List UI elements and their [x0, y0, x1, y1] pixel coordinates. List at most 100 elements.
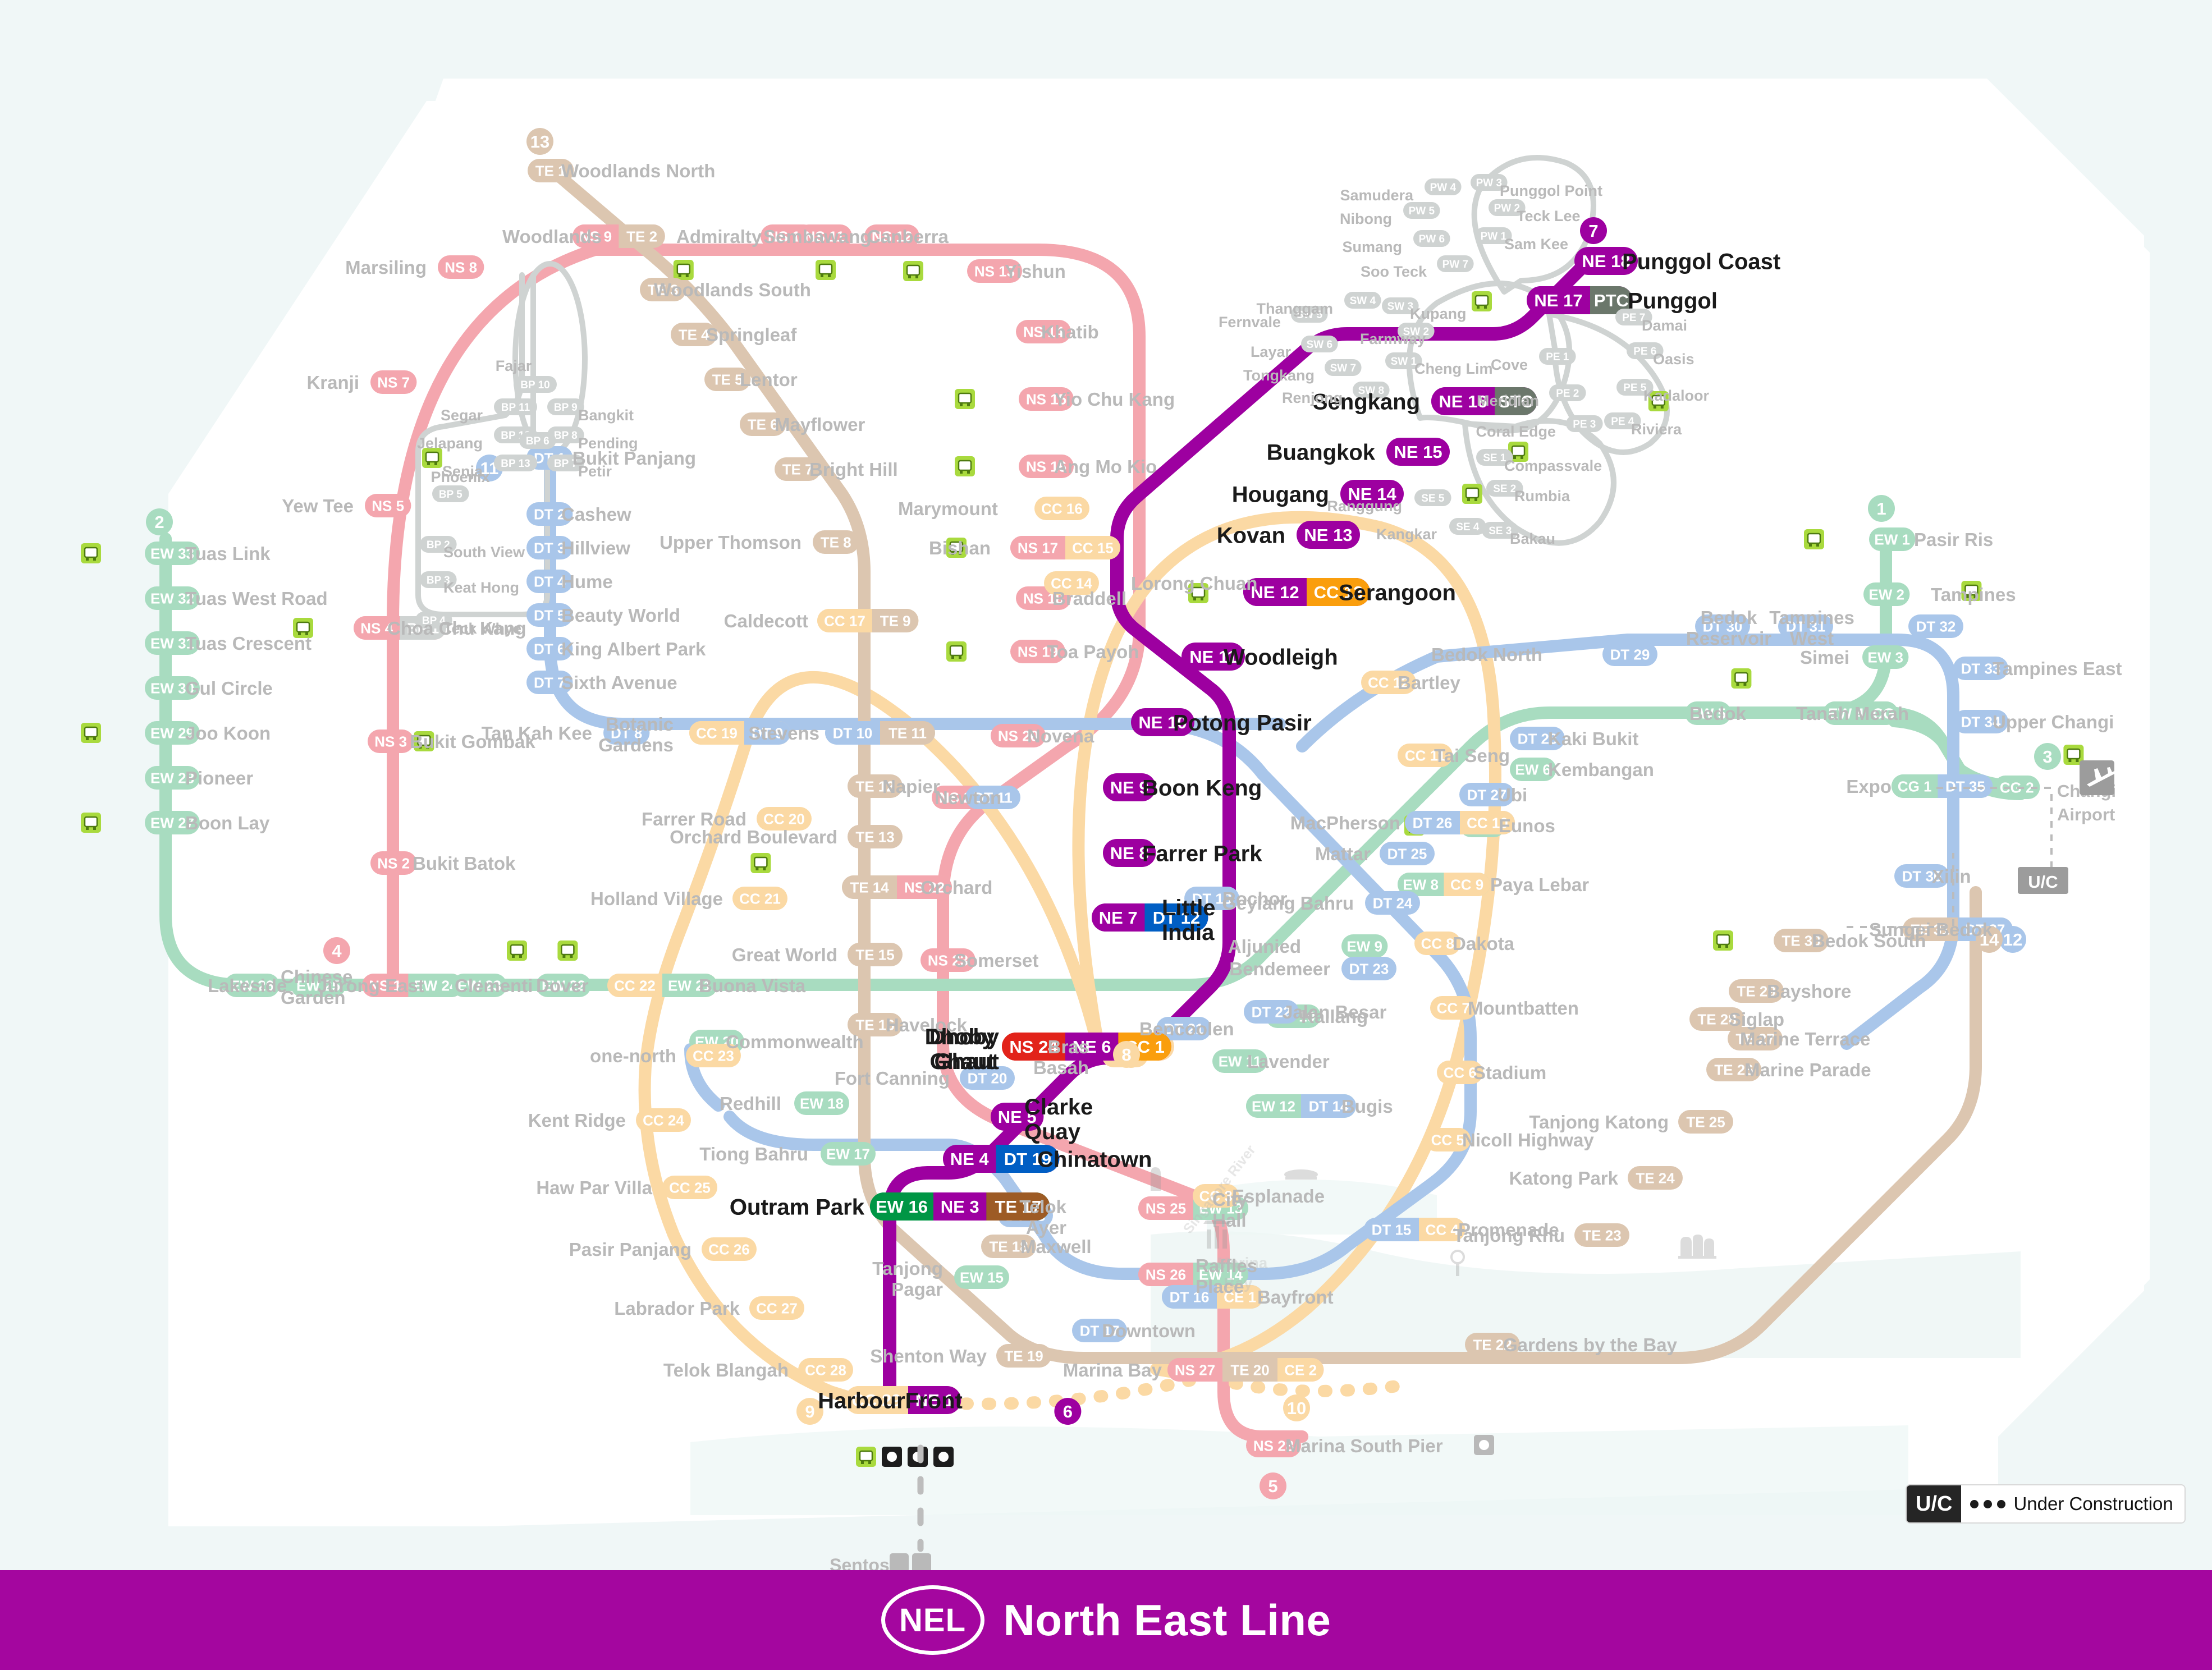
station-name-label: Orchard [920, 877, 992, 898]
bus-interchange-icon [557, 940, 578, 961]
terminus-number-badge: 13 [526, 128, 553, 155]
station-code-text: SE 1 [1483, 452, 1506, 464]
station-name-label: Pagar [891, 1279, 943, 1300]
station-name-label: Sixth Avenue [561, 672, 677, 693]
station-name-label: Marine Terrace [1740, 1029, 1870, 1049]
station-name-label: Yio Chu Kang [1054, 389, 1175, 410]
station-name-label: Farmway [1360, 331, 1426, 347]
station-name-label: Nibong [1340, 210, 1392, 227]
station-code-text: DT 10 [833, 724, 873, 741]
station-name-label: Lakeside [208, 975, 287, 996]
bus-interchange-icon [955, 456, 975, 476]
station-name-label: Bishan [929, 538, 991, 558]
station-name-label: Chinatown [1037, 1147, 1152, 1172]
legend-dots-icon [1970, 1499, 2006, 1508]
station-name-label: Renjong [1282, 389, 1343, 406]
station-code-pill: TE 24 [1628, 1166, 1683, 1190]
station-code-pill: NS 7 [370, 370, 417, 394]
station-name-label: Layar [1251, 343, 1292, 360]
station-name-label: India [1162, 920, 1215, 945]
station-name-label: Toa Payoh [1047, 641, 1139, 662]
station-name-label: Bedok South [1812, 930, 1926, 951]
station-name-label: Katong Park [1509, 1168, 1619, 1189]
station-code-pill: PW 7 [1437, 255, 1474, 272]
station-name-label: Kaki Bukit [1548, 728, 1638, 749]
station-code-pill: DT 10 TE 11 [825, 721, 935, 745]
station-name-label: Tampines [1931, 584, 2016, 605]
bus-interchange-icon [750, 853, 771, 873]
station-name-label: Tongkang [1243, 367, 1315, 384]
station-name-label: Haw Par Villa [536, 1177, 652, 1198]
terminus-number-text: 9 [805, 1402, 814, 1421]
station-code-text: TE 11 [889, 724, 927, 741]
station-code-text: EW 6 [1515, 761, 1551, 778]
station-name-label: Garden [281, 987, 346, 1008]
station-code-text: PW 4 [1430, 182, 1457, 194]
station-code-text: TE 25 [1686, 1113, 1725, 1130]
station-code-text: PW 5 [1409, 205, 1435, 217]
station-code-text: PW 1 [1481, 231, 1507, 242]
station-name-label: Novena [1027, 726, 1094, 746]
station-name-label: Bugis [1341, 1096, 1393, 1117]
station-code-pill: NE 17 PTC [1527, 286, 1633, 314]
station-name-label: Bedok North [1431, 644, 1542, 665]
station-name-label: King Albert Park [561, 639, 706, 659]
station-code-text: NE 17 [1534, 291, 1582, 310]
station-name-label: Bendemeer [1229, 958, 1330, 979]
station-name-label: Tai Seng [1434, 745, 1510, 766]
station-code-pill: NS 2 [370, 851, 417, 875]
station-code-text: NS 5 [372, 497, 404, 514]
station-code-text: CC 27 [756, 1300, 798, 1316]
station-name-label: Expo [1846, 776, 1892, 797]
station-code-pill: NS 27 TE 20 CE 2 [1167, 1358, 1324, 1382]
station-code-pill: EW 3 [1862, 645, 1909, 669]
station-code-text: DT 25 [1387, 845, 1427, 862]
station-code-text: CC 28 [805, 1361, 846, 1378]
station-name-label: Ubi [1497, 784, 1527, 805]
station-name-label: Tanjong Katong [1529, 1112, 1669, 1132]
station-code-text: CG 1 [1898, 778, 1932, 795]
legend-uc-text: Under Construction [2013, 1493, 2173, 1514]
station-code-text: TE 2 [626, 228, 657, 245]
station-code-text: SW 7 [1330, 363, 1356, 374]
station-name-label: Boon Keng [1142, 776, 1262, 800]
station-code-text: DT 29 [1610, 646, 1650, 663]
station-name-label: Meridian [1477, 392, 1539, 409]
station-code-pill: SW 6 [1301, 336, 1338, 352]
station-code-text: TE 19 [1004, 1347, 1043, 1364]
station-name-label: Springleaf [706, 324, 797, 345]
station-name-label: Woodlands South [654, 279, 811, 300]
station-code-pill: CC 21 [732, 887, 787, 910]
station-name-label: Teck Whye [443, 620, 521, 637]
station-code-text: SW 6 [1307, 339, 1332, 351]
station-code-text: CC 8 [1421, 935, 1454, 952]
station-code-text: DT 5 [534, 607, 565, 623]
bus-interchange-icon [816, 260, 836, 280]
station-code-text: EW 3 [1867, 649, 1903, 666]
station-name-label: Commonwealth [726, 1031, 864, 1052]
station-code-pill: SE 5 [1414, 489, 1451, 506]
station-code-text: CC 25 [669, 1179, 711, 1196]
station-name-label: Pasir Panjang [569, 1239, 691, 1260]
station-name-label: Simei [1800, 647, 1849, 668]
station-name-label: Buangkok [1267, 440, 1376, 465]
facility-icon [882, 1447, 902, 1467]
legend-uc-row: Under Construction [1961, 1485, 2184, 1522]
station-code-text: BP 13 [501, 458, 530, 470]
station-name-label: Gul Circle [185, 678, 273, 699]
station-code-text: DT 15 [1372, 1221, 1412, 1238]
terminus-number-text: 8 [1121, 1045, 1131, 1065]
station-name-label: Ranggung [1327, 498, 1402, 515]
station-name-label: one-north [590, 1045, 676, 1066]
station-name-label: Somerset [954, 950, 1038, 971]
station-code-text: EW 9 [1347, 938, 1382, 955]
station-name-label: Bencoolen [1139, 1018, 1234, 1039]
station-name-label: Ayer [1026, 1217, 1066, 1238]
station-code-text: DT 35 [1945, 778, 1985, 795]
station-name-label: Clarke [1024, 1095, 1093, 1120]
station-code-text: NE 13 [1304, 525, 1352, 545]
station-name-label: Labrador Park [614, 1298, 740, 1319]
station-code-text: EW 12 [1252, 1098, 1295, 1114]
station-code-text: TE 15 [855, 946, 894, 963]
station-name-label: Hume [561, 571, 613, 592]
